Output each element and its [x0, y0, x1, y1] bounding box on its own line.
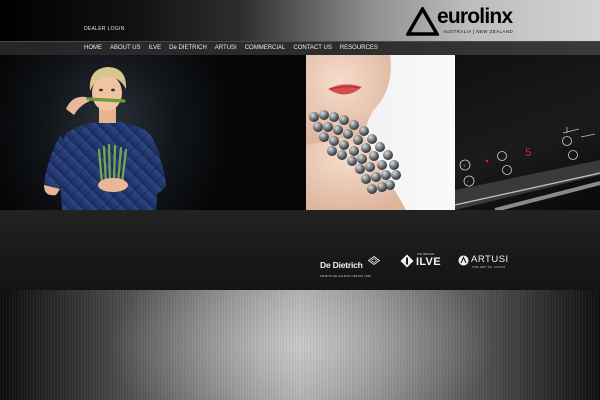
woman-with-asparagus-photo: [44, 67, 166, 210]
nav-list: HOME ABOUT US ILVE De DIETRICH ARTUSI CO…: [80, 42, 382, 55]
nav-item-de-dietrich[interactable]: De DIETRICH: [165, 42, 211, 55]
hero-panel-woman: [0, 55, 306, 210]
hero-panel-pearls: [306, 55, 455, 210]
main-nav: HOME ABOUT US ILVE De DIETRICH ARTUSI CO…: [0, 41, 600, 55]
artusi-tagline: THE ART OF LIVING: [472, 265, 506, 269]
brand-logo-artusi[interactable]: ARTUSI THE ART OF LIVING: [458, 254, 518, 270]
nav-item-about-us[interactable]: ABOUT US: [106, 42, 145, 55]
logo-wordmark: eurolinx: [437, 5, 513, 28]
brand-logo-ilve[interactable]: THE ORIGINAL ILVE: [400, 253, 441, 269]
hero-banner[interactable]: + − 5: [0, 55, 600, 210]
logo-tagline: AUSTRALIA | NEW ZEALAND: [443, 29, 514, 34]
nav-item-contact-us[interactable]: CONTACT US: [289, 42, 335, 55]
svg-text:+: +: [463, 163, 466, 168]
artusi-emblem-icon: [458, 255, 469, 266]
hero-panel-cooktop: + − 5: [455, 55, 600, 210]
nav-item-artusi[interactable]: ARTUSI: [211, 42, 241, 55]
de-dietrich-name: De Dietrich: [320, 260, 363, 270]
nav-item-home[interactable]: HOME: [80, 42, 106, 55]
dealer-login-link[interactable]: DEALER LOGIN: [84, 26, 125, 32]
cooktop-display-digit: 5: [525, 148, 532, 160]
ilve-emblem-icon: [400, 254, 414, 268]
induction-cooktop-photo: + − 5: [455, 127, 600, 210]
ilve-name: ILVE: [416, 256, 441, 268]
pearl-necklace-photo: [306, 55, 406, 210]
de-dietrich-diamond-icon: [368, 256, 380, 265]
svg-text:−: −: [467, 179, 470, 184]
site-header: DEALER LOGIN eurolinx AUSTRALIA | NEW ZE…: [0, 0, 600, 41]
brands-strip: [0, 210, 600, 290]
artusi-name: ARTUSI: [471, 254, 509, 265]
nav-item-commercial[interactable]: COMMERCIAL: [241, 42, 290, 55]
eurolinx-logo[interactable]: eurolinx AUSTRALIA | NEW ZEALAND: [406, 5, 518, 37]
eurolinx-triangle-icon: [406, 7, 439, 36]
nav-item-resources[interactable]: RESOURCES: [336, 42, 382, 55]
de-dietrich-tagline: OBJETS DE VALEUR DEPUIS 1684: [320, 274, 372, 278]
nav-item-ilve[interactable]: ILVE: [145, 42, 166, 55]
brand-logo-de-dietrich[interactable]: De Dietrich OBJETS DE VALEUR DEPUIS 1684: [320, 255, 380, 278]
